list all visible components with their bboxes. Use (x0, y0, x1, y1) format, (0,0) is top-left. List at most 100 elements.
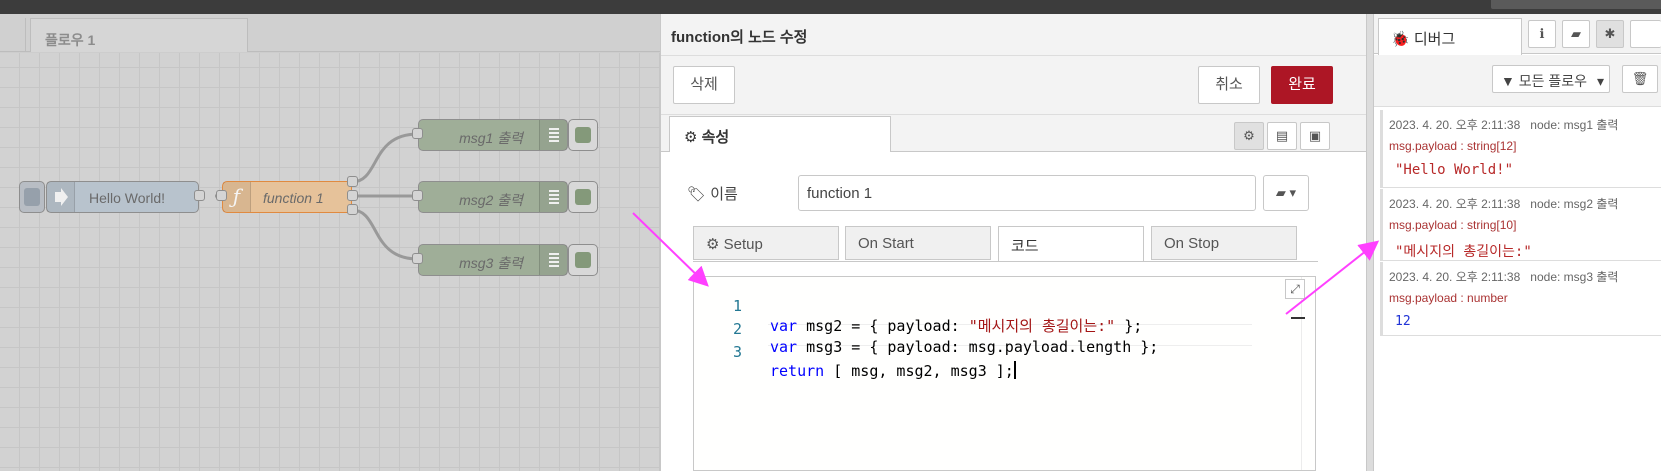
filter-flows-button[interactable]: ▼ 모든 플로우 ▾ (1492, 65, 1610, 93)
info-icon: ℹ (1539, 26, 1545, 41)
debug-node-msg2[interactable]: msg2 출력 (418, 181, 568, 213)
debug-tab-button[interactable]: ✱ (1596, 20, 1624, 48)
flow-canvas[interactable]: Hello World! ƒ function 1 msg1 출력 msg2 출… (0, 53, 660, 471)
text-cursor (1013, 361, 1016, 379)
node-edit-tray: function의 노드 수정 삭제 취소 완료 ⚙ 속성 ⚙ ▤ ▣ 🏷 이름… (660, 14, 1367, 471)
code-line: 3 return [ msg, msg2, msg3 ]; (732, 343, 1016, 380)
debug-toolbar: ▼ 모든 플로우 ▾ 🗑 (1374, 55, 1661, 107)
gear-icon: ⚙ (684, 129, 698, 146)
debug-sidebar: 🐞 디버그 ℹ ▰ ✱ ▼ 모든 플로우 ▾ 🗑 2023. 4. 20. 오후… (1374, 14, 1661, 471)
info-tab-button[interactable]: ℹ (1528, 20, 1556, 48)
library-button[interactable]: ▰ ▾ (1263, 175, 1309, 211)
debug-message[interactable]: 2023. 4. 20. 오후 2:11:38 node: msg2 출력 msg… (1380, 189, 1661, 261)
tag-icon: 🏷 (687, 186, 707, 203)
tab-debug[interactable]: 🐞 디버그 (1378, 18, 1522, 55)
inject-node[interactable]: Hello World! (46, 181, 199, 213)
name-label: 🏷 이름 (687, 186, 738, 203)
done-button[interactable]: 완료 (1271, 66, 1333, 104)
inject-node-label: Hello World! (89, 190, 165, 206)
wire-function-msg3[interactable] (351, 208, 419, 261)
tab-flow-1[interactable]: 플로우 1 (30, 18, 248, 52)
name-input[interactable] (798, 175, 1256, 211)
debug-msg2-input-port[interactable] (412, 190, 423, 201)
tab-on-start[interactable]: On Start (845, 226, 991, 260)
function-output-port-1[interactable] (347, 176, 358, 187)
function-node-label: function 1 (263, 190, 324, 206)
expand-icon: ⤢ (1290, 282, 1300, 296)
debug-message[interactable]: 2023. 4. 20. 오후 2:11:38 node: msg3 출력 msg… (1380, 262, 1661, 336)
editor-scrollbar[interactable] (1301, 277, 1315, 470)
code-line: 2 var msg3 = { payload: msg.payload.leng… (732, 320, 1159, 356)
description-button[interactable]: ▤ (1267, 122, 1297, 150)
tray-body: ⚙ 속성 ⚙ ▤ ▣ 🏷 이름 ▰ ▾ ⚙ Setup On Start 코드 … (661, 116, 1367, 471)
document-icon: ▤ (1275, 128, 1289, 143)
payload-type: msg.payload : string[12] (1389, 139, 1517, 153)
clear-messages-button[interactable]: 🗑 (1622, 65, 1658, 93)
header-bar (0, 0, 1661, 14)
wire-function-msg1[interactable] (351, 132, 419, 184)
debug-node-msg1-label: msg1 출력 (459, 130, 523, 146)
node-red-editor: 플로우 1 Hello World! ƒ function 1 msg1 출력 … (0, 0, 1661, 471)
function-icon: ƒ (223, 182, 251, 212)
debug-msg1-input-port[interactable] (412, 128, 423, 139)
properties-tab-label: 속성 (701, 129, 730, 146)
function-input-port[interactable] (216, 190, 227, 201)
payload-value: "메시지의 총길이는:" (1395, 244, 1532, 260)
minimap-marker (1291, 317, 1305, 319)
appearance-button[interactable]: ▣ (1300, 122, 1330, 150)
debug-node-msg3[interactable]: msg3 출력 (418, 244, 568, 276)
gear-icon: ⚙ (706, 236, 720, 253)
delete-button[interactable]: 삭제 (673, 66, 735, 104)
trash-icon: 🗑 (1631, 71, 1649, 86)
sidebar-tab-bar: 🐞 디버그 ℹ ▰ ✱ (1374, 14, 1661, 55)
inject-output-port[interactable] (194, 190, 205, 201)
debug-node-msg2-label: msg2 출력 (459, 192, 523, 208)
expand-editor-button[interactable]: ⤢ (1285, 279, 1305, 299)
debug-toggle-msg2[interactable] (568, 181, 598, 213)
payload-type: msg.payload : number (1389, 291, 1508, 305)
payload-type: msg.payload : string[10] (1389, 218, 1517, 232)
more-tabs-button[interactable] (1630, 20, 1661, 48)
settings-gear-button[interactable]: ⚙ (1234, 122, 1264, 150)
tray-toolbar: 삭제 취소 완료 (661, 55, 1367, 115)
debug-node-msg3-label: msg3 출력 (459, 255, 523, 271)
bug-icon: 🐞 (1391, 31, 1410, 48)
function-output-port-3[interactable] (347, 204, 358, 215)
payload-value: 12 (1395, 314, 1411, 329)
tray-title: function의 노드 수정 (671, 29, 808, 46)
debug-node-msg1[interactable]: msg1 출력 (418, 119, 568, 151)
cancel-button[interactable]: 취소 (1198, 66, 1260, 104)
debug-toggle-msg1[interactable] (568, 119, 598, 151)
function-output-port-2[interactable] (347, 190, 358, 201)
deploy-button-stub[interactable] (1491, 0, 1661, 9)
book-icon: ▰ (1571, 26, 1581, 41)
inject-arrow-icon (47, 182, 75, 212)
list-icon (539, 120, 567, 150)
bug-icon: ✱ (1604, 26, 1616, 41)
list-icon (539, 245, 567, 275)
filter-icon: ▼ (1501, 73, 1515, 89)
code-editor[interactable]: 1 var msg2 = { payload: "메시지의 총길이는:" }; … (693, 276, 1316, 471)
chevron-down-icon: ▾ (1596, 73, 1604, 89)
tab-code[interactable]: 코드 (998, 226, 1144, 262)
tab-properties[interactable]: ⚙ 속성 (669, 116, 891, 152)
list-icon (539, 182, 567, 212)
code-line: 1 var msg2 = { payload: "메시지의 총길이는:" }; (732, 297, 1143, 335)
chevron-down-icon: ▾ (1289, 185, 1297, 200)
gear-icon: ⚙ (1243, 128, 1255, 143)
function-node[interactable]: ƒ function 1 (222, 181, 352, 213)
debug-message[interactable]: 2023. 4. 20. 오후 2:11:38 node: msg1 출력 msg… (1380, 110, 1661, 188)
workspace: 플로우 1 Hello World! ƒ function 1 msg1 출력 … (0, 14, 660, 471)
debug-toggle-msg3[interactable] (568, 244, 598, 276)
tab-setup[interactable]: ⚙ Setup (693, 226, 839, 260)
tab-on-stop[interactable]: On Stop (1151, 226, 1297, 260)
payload-value: "Hello World!" (1395, 162, 1514, 178)
tab-scroll-stub[interactable] (0, 18, 26, 52)
workspace-tab-bar: 플로우 1 (0, 14, 660, 52)
debug-msg3-input-port[interactable] (412, 253, 423, 264)
frame-icon: ▣ (1308, 128, 1322, 143)
sidebar-splitter[interactable] (1366, 14, 1374, 471)
help-tab-button[interactable]: ▰ (1562, 20, 1590, 48)
book-icon: ▰ (1275, 185, 1286, 200)
inject-trigger-button[interactable] (19, 181, 45, 213)
